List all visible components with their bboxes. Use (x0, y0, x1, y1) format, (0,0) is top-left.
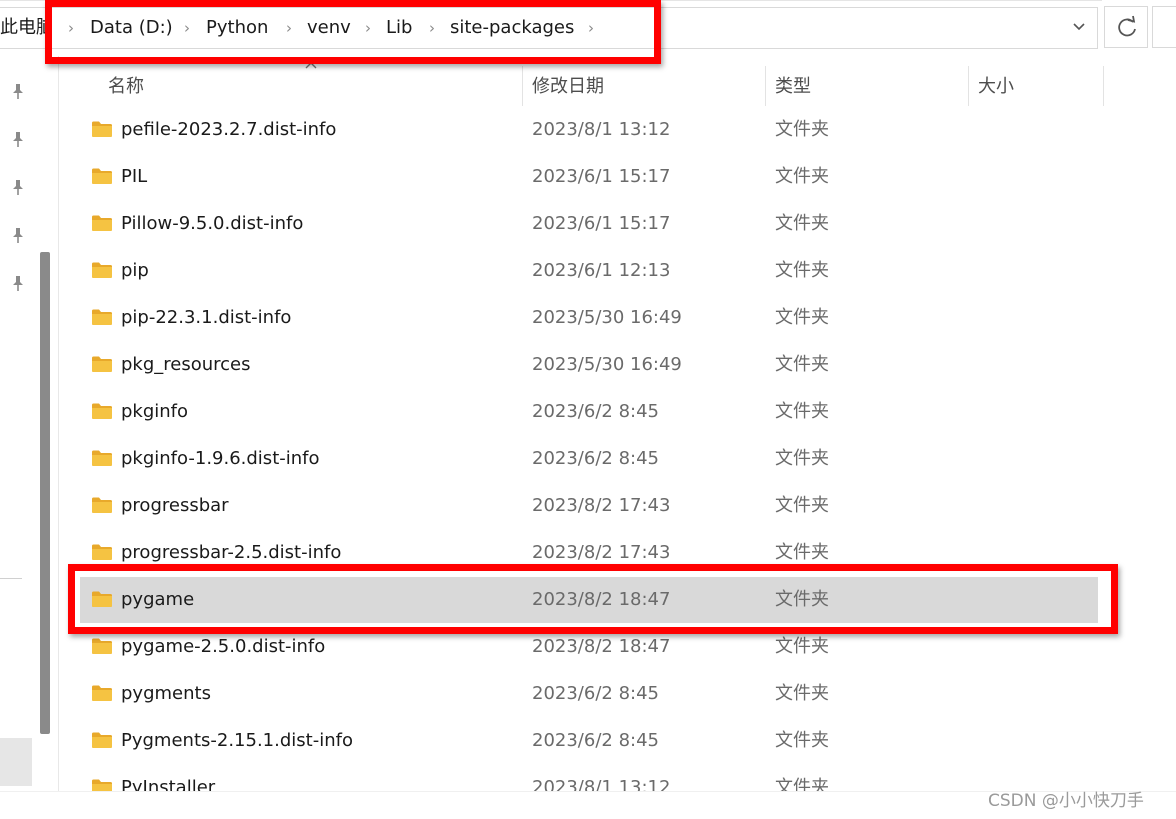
file-type: 文件夹 (775, 730, 829, 751)
file-modified-date: 2023/6/1 15:17 (532, 213, 671, 234)
file-name: progressbar-2.5.dist-info (121, 542, 342, 563)
annotation-box-pygame (68, 564, 1118, 634)
folder-icon (92, 779, 112, 791)
file-name: Pygments-2.15.1.dist-info (121, 730, 353, 751)
file-modified-date: 2023/6/2 8:45 (532, 683, 659, 704)
watermark: CSDN @小小快刀手 (988, 791, 1144, 811)
file-row[interactable]: pkginfo-1.9.6.dist-info 2023/6/2 8:45 文件夹 (80, 436, 1098, 482)
folder-icon (92, 732, 112, 748)
file-row[interactable]: Pillow-9.5.0.dist-info 2023/6/1 15:17 文件夹 (80, 201, 1098, 247)
folder-icon (92, 403, 112, 419)
file-type: 文件夹 (775, 401, 829, 422)
folder-icon (92, 168, 112, 184)
file-name: pygame-2.5.0.dist-info (121, 636, 326, 657)
folder-icon (92, 685, 112, 701)
file-name: pip (121, 260, 149, 281)
file-type: 文件夹 (775, 448, 829, 469)
file-name: pygments (121, 683, 211, 704)
file-row[interactable]: pkginfo 2023/6/2 8:45 文件夹 (80, 389, 1098, 435)
folder-icon (92, 262, 112, 278)
file-name: progressbar (121, 495, 229, 516)
file-row[interactable]: pip-22.3.1.dist-info 2023/5/30 16:49 文件夹 (80, 295, 1098, 341)
folder-icon (92, 450, 112, 466)
folder-icon (92, 215, 112, 231)
file-modified-date: 2023/6/1 12:13 (532, 260, 671, 281)
file-row[interactable]: PIL 2023/6/1 15:17 文件夹 (80, 154, 1098, 200)
file-name: pefile-2023.2.7.dist-info (121, 119, 337, 140)
file-row[interactable]: pip 2023/6/1 12:13 文件夹 (80, 248, 1098, 294)
file-modified-date: 2023/6/2 8:45 (532, 448, 659, 469)
file-type: 文件夹 (775, 495, 829, 516)
file-list: pefile-2023.2.7.dist-info 2023/8/1 13:12 文… (0, 0, 1176, 791)
folder-icon (92, 544, 112, 560)
file-modified-date: 2023/5/30 16:49 (532, 354, 682, 375)
file-modified-date: 2023/8/1 13:12 (532, 777, 671, 791)
file-row[interactable]: PyInstaller 2023/8/1 13:12 文件夹 (80, 765, 1098, 791)
file-type: 文件夹 (775, 777, 829, 791)
file-type: 文件夹 (775, 354, 829, 375)
file-name: PyInstaller (121, 777, 216, 791)
file-type: 文件夹 (775, 119, 829, 140)
folder-icon (92, 638, 112, 654)
file-type: 文件夹 (775, 636, 829, 657)
folder-icon (92, 356, 112, 372)
file-row[interactable]: Pygments-2.15.1.dist-info 2023/6/2 8:45 文件… (80, 718, 1098, 764)
file-modified-date: 2023/6/1 15:17 (532, 166, 671, 187)
file-modified-date: 2023/5/30 16:49 (532, 307, 682, 328)
file-name: pip-22.3.1.dist-info (121, 307, 292, 328)
annotation-box-address (45, 0, 661, 64)
file-name: pkg_resources (121, 354, 251, 375)
file-type: 文件夹 (775, 166, 829, 187)
file-name: pkginfo (121, 401, 189, 422)
file-modified-date: 2023/6/2 8:45 (532, 401, 659, 422)
file-name: Pillow-9.5.0.dist-info (121, 213, 304, 234)
file-modified-date: 2023/8/2 17:43 (532, 495, 671, 516)
file-modified-date: 2023/6/2 8:45 (532, 730, 659, 751)
file-modified-date: 2023/8/2 17:43 (532, 542, 671, 563)
folder-icon (92, 309, 112, 325)
file-type: 文件夹 (775, 542, 829, 563)
file-row[interactable]: pkg_resources 2023/5/30 16:49 文件夹 (80, 342, 1098, 388)
file-row[interactable]: pygments 2023/6/2 8:45 文件夹 (80, 671, 1098, 717)
file-name: PIL (121, 166, 148, 187)
file-type: 文件夹 (775, 307, 829, 328)
file-row[interactable]: progressbar 2023/8/2 17:43 文件夹 (80, 483, 1098, 529)
folder-icon (92, 497, 112, 513)
file-row[interactable]: pefile-2023.2.7.dist-info 2023/8/1 13:12 文… (80, 107, 1098, 153)
file-type: 文件夹 (775, 683, 829, 704)
file-name: pkginfo-1.9.6.dist-info (121, 448, 320, 469)
file-modified-date: 2023/8/2 18:47 (532, 636, 671, 657)
file-type: 文件夹 (775, 213, 829, 234)
file-type: 文件夹 (775, 260, 829, 281)
file-modified-date: 2023/8/1 13:12 (532, 119, 671, 140)
folder-icon (92, 121, 112, 137)
